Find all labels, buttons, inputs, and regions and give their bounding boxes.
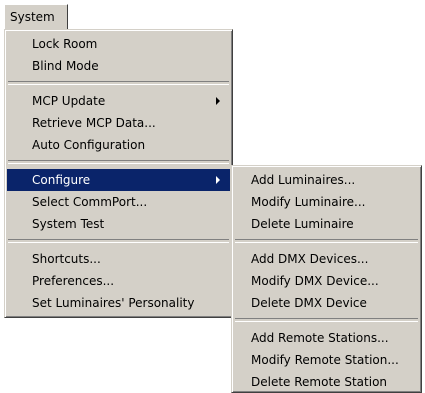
menu-item-shortcuts[interactable]: Shortcuts... bbox=[7, 248, 230, 270]
menu-item-set-luminaires-personality[interactable]: Set Luminaires' Personality bbox=[7, 292, 230, 314]
system-dropdown-menu: Lock Room Blind Mode MCP Update Retrieve… bbox=[4, 29, 233, 318]
menu-separator bbox=[235, 239, 418, 243]
menu-item-retrieve-mcp-data[interactable]: Retrieve MCP Data... bbox=[7, 112, 230, 134]
menu-item-delete-remote-station[interactable]: Delete Remote Station bbox=[234, 371, 419, 393]
menu-item-auto-configuration[interactable]: Auto Configuration bbox=[7, 134, 230, 156]
chevron-right-icon bbox=[216, 176, 220, 184]
menu-item-configure-label: Configure bbox=[32, 173, 91, 187]
menu-item-mcp-update-label: MCP Update bbox=[32, 94, 106, 108]
app-canvas: System Lock Room Blind Mode MCP Update R… bbox=[0, 0, 425, 393]
menu-item-add-dmx-devices[interactable]: Add DMX Devices... bbox=[234, 248, 419, 270]
menu-item-delete-dmx-device[interactable]: Delete DMX Device bbox=[234, 292, 419, 314]
menu-item-system-test[interactable]: System Test bbox=[7, 213, 230, 235]
menu-separator bbox=[235, 318, 418, 322]
menu-item-lock-room[interactable]: Lock Room bbox=[7, 33, 230, 55]
menu-item-select-commport[interactable]: Select CommPort... bbox=[7, 191, 230, 213]
configure-submenu: Add Luminaires... Modify Luminaire... De… bbox=[231, 165, 422, 393]
system-menu-button[interactable]: System bbox=[4, 4, 68, 30]
menu-item-delete-luminaire[interactable]: Delete Luminaire bbox=[234, 213, 419, 235]
menu-item-configure[interactable]: Configure bbox=[7, 169, 230, 191]
system-menu-label: System bbox=[10, 10, 55, 24]
menu-item-modify-luminaire[interactable]: Modify Luminaire... bbox=[234, 191, 419, 213]
menu-item-modify-dmx-device[interactable]: Modify DMX Device... bbox=[234, 270, 419, 292]
chevron-right-icon bbox=[216, 97, 220, 105]
menu-item-modify-remote-station[interactable]: Modify Remote Station... bbox=[234, 349, 419, 371]
menu-item-mcp-update[interactable]: MCP Update bbox=[7, 90, 230, 112]
menu-separator bbox=[8, 160, 229, 164]
menu-item-blind-mode[interactable]: Blind Mode bbox=[7, 55, 230, 77]
menu-item-preferences[interactable]: Preferences... bbox=[7, 270, 230, 292]
menu-separator bbox=[8, 239, 229, 243]
menu-item-add-remote-stations[interactable]: Add Remote Stations... bbox=[234, 327, 419, 349]
menu-separator bbox=[8, 81, 229, 85]
menu-item-add-luminaires[interactable]: Add Luminaires... bbox=[234, 169, 419, 191]
